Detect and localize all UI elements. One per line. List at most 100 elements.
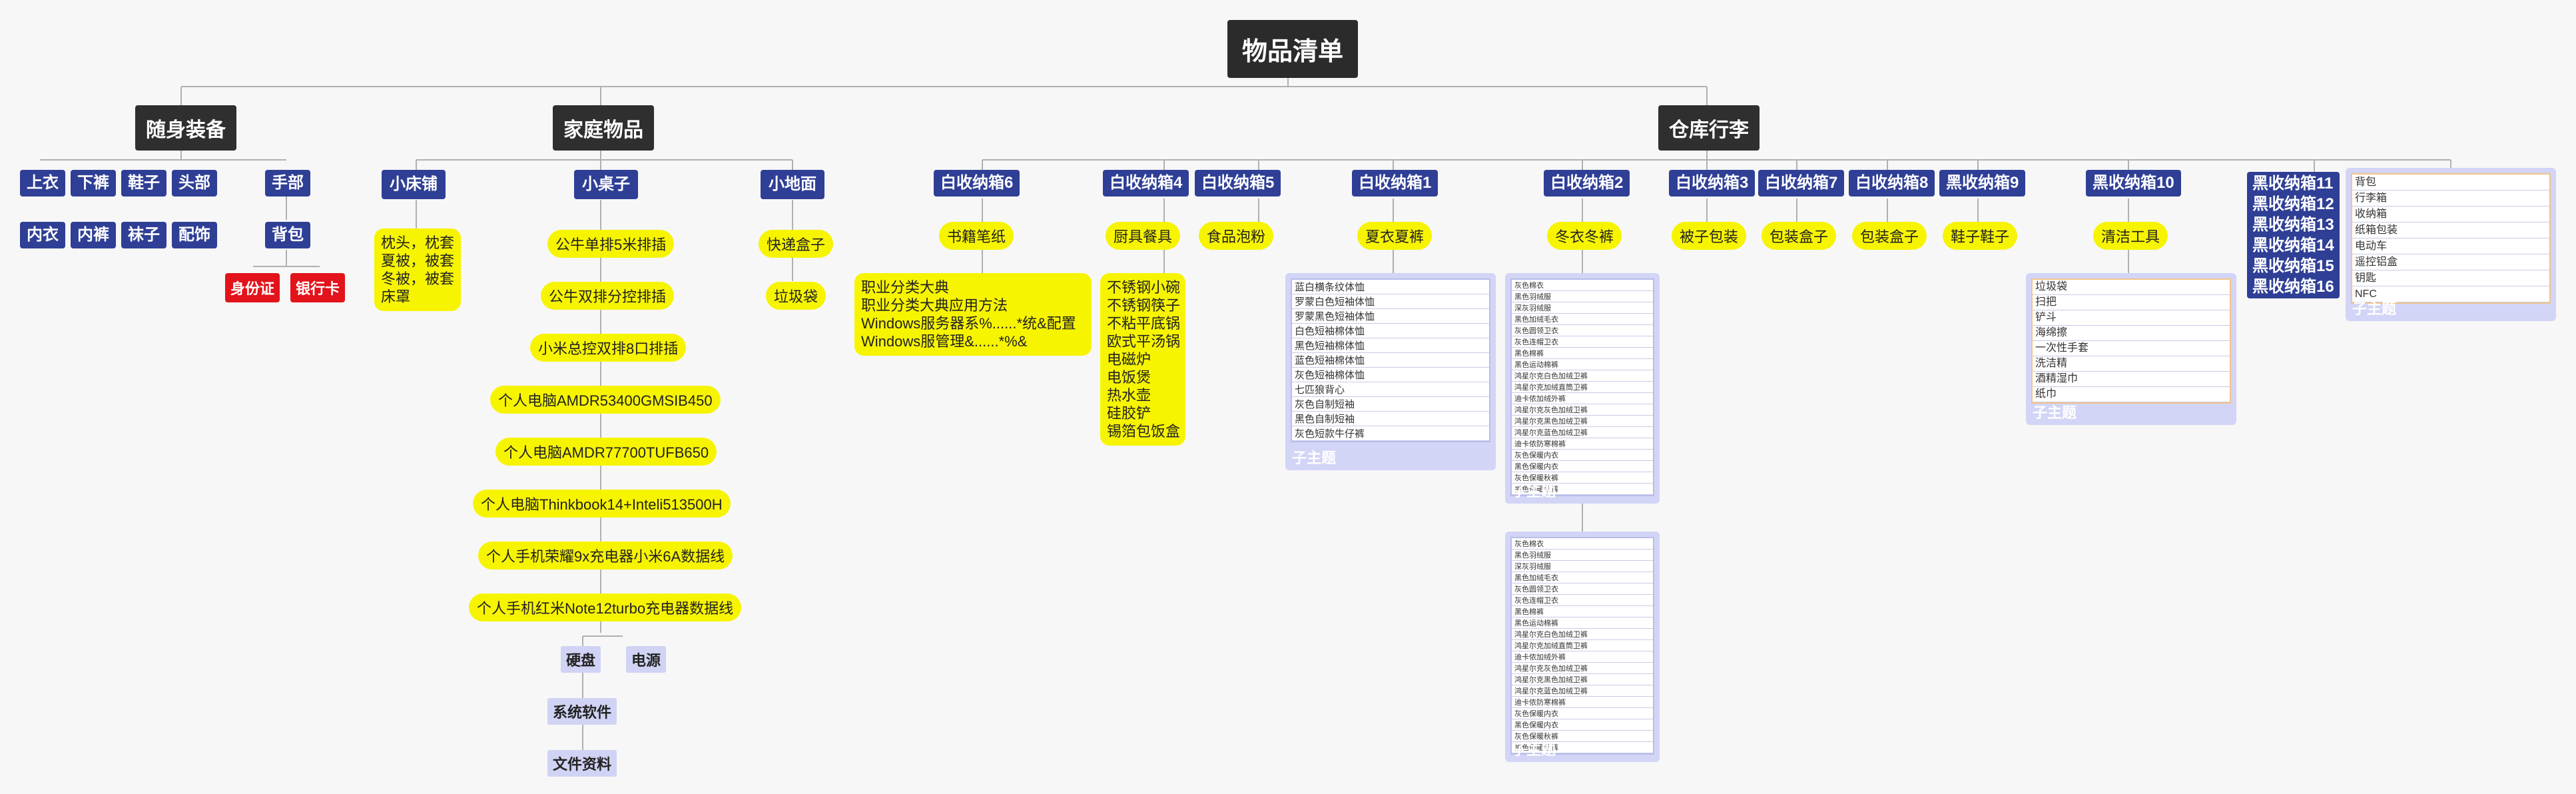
home-floor[interactable]: 小地面 xyxy=(761,170,824,199)
carry-item-head[interactable]: 头部 xyxy=(172,170,217,197)
tag-food[interactable]: 食品泡粉 xyxy=(1199,222,1274,250)
box-black-9[interactable]: 黑收纳箱9 xyxy=(1939,170,2026,197)
summer-list: 蓝白横条纹体恤 罗蒙白色短袖体恤 罗蒙黑色短袖体恤 白色短袖棉体恤 黑色短袖棉体… xyxy=(1291,278,1490,442)
box-black-15[interactable]: 黑收纳箱15 xyxy=(2252,256,2334,276)
box-black-16[interactable]: 黑收纳箱16 xyxy=(2252,276,2334,297)
desk-item[interactable]: 个人电脑AMDR77700TUFB650 xyxy=(495,438,717,466)
bed-line: 冬被，被套 xyxy=(381,270,455,287)
cleaning-row: 酒精湿巾 xyxy=(2033,372,2230,387)
tag-pack2[interactable]: 包装盒子 xyxy=(1852,222,1927,250)
kitchen-line: 热水壶 xyxy=(1107,387,1151,404)
box-white-2[interactable]: 白收纳箱2 xyxy=(1544,170,1630,197)
winter-row: 黑色运动棉裤 xyxy=(1512,359,1653,370)
carry-item-shoes[interactable]: 鞋子 xyxy=(121,170,166,197)
box-white-7[interactable]: 白收纳箱7 xyxy=(1758,170,1845,197)
desk-sub-disk[interactable]: 硬盘 xyxy=(561,646,601,673)
summer-row: 罗蒙白色短袖体恤 xyxy=(1292,294,1489,309)
carry-item-pants[interactable]: 下裤 xyxy=(71,170,116,197)
desk-item[interactable]: 个人手机荣耀9x充电器小米6A数据线 xyxy=(478,542,733,570)
misc-row: 遥控铝盒 xyxy=(2352,254,2549,270)
kitchen-line: 硅胶铲 xyxy=(1107,405,1151,422)
box-white-8[interactable]: 白收纳箱8 xyxy=(1849,170,1935,197)
box-black-13[interactable]: 黑收纳箱13 xyxy=(2252,214,2334,235)
summer-row: 灰色自制短袖 xyxy=(1292,397,1489,412)
misc-panel[interactable]: 背包 行李箱 收纳箱 纸箱包装 电动车 遥控铝盒 钥匙 NFC 子主题 xyxy=(2346,168,2556,321)
carry-item-socks[interactable]: 袜子 xyxy=(121,222,166,248)
summer-panel[interactable]: 蓝白横条纹体恤 罗蒙白色短袖体恤 罗蒙黑色短袖体恤 白色短袖棉体恤 黑色短袖棉体… xyxy=(1285,273,1496,470)
box-white-3[interactable]: 白收纳箱3 xyxy=(1669,170,1756,197)
box-black-12[interactable]: 黑收纳箱12 xyxy=(2252,194,2334,214)
desk-item[interactable]: 个人电脑Thinkbook14+Inteli513500H xyxy=(473,490,731,518)
tag-cleaning[interactable]: 清洁工具 xyxy=(2093,222,2168,250)
box-black-11[interactable]: 黑收纳箱11 xyxy=(2252,173,2334,194)
carry-item-hand[interactable]: 手部 xyxy=(265,170,310,197)
carry-item-top[interactable]: 上衣 xyxy=(20,170,65,197)
desk-sub-files[interactable]: 文件资料 xyxy=(547,750,617,777)
box-black-10[interactable]: 黑收纳箱10 xyxy=(2086,170,2181,197)
tag-winter[interactable]: 冬衣冬裤 xyxy=(1547,222,1622,250)
box-white-6[interactable]: 白收纳箱6 xyxy=(934,170,1020,197)
branch-home[interactable]: 家庭物品 xyxy=(553,105,654,151)
desk-sub-software[interactable]: 系统软件 xyxy=(547,698,617,725)
box-black-14[interactable]: 黑收纳箱14 xyxy=(2252,235,2334,256)
bed-contents[interactable]: 枕头，枕套 夏被，被套 冬被，被套 床罩 xyxy=(374,228,462,311)
winter-subtopic: 子主题 xyxy=(1512,483,1556,500)
home-bed[interactable]: 小床铺 xyxy=(382,170,446,199)
carry-item-briefs[interactable]: 内裤 xyxy=(71,222,116,248)
kitchen-line: 不锈钢小碗 xyxy=(1107,279,1181,296)
home-desk[interactable]: 小桌子 xyxy=(574,170,638,199)
floor-item[interactable]: 快递盒子 xyxy=(759,230,834,258)
desk-item[interactable]: 个人手机红米Note12turbo充电器数据线 xyxy=(469,594,742,621)
summer-row: 七匹狼背心 xyxy=(1292,382,1489,397)
kitchen-line: 欧式平汤锅 xyxy=(1107,333,1181,350)
desk-item[interactable]: 个人电脑AMDR53400GMSIB450 xyxy=(490,386,721,414)
cleaning-row: 洗洁精 xyxy=(2033,356,2230,372)
kitchen-line: 不锈钢筷子 xyxy=(1107,297,1181,314)
id-card[interactable]: 身份证 xyxy=(225,273,280,302)
box-white-1[interactable]: 白收纳箱1 xyxy=(1352,170,1439,197)
books-line: Windows服务器系%......*统&配置 xyxy=(861,315,1076,332)
tag-summer[interactable]: 夏衣夏裤 xyxy=(1357,222,1433,250)
winter-row: 鸿星尔克黑色加绒卫裤 xyxy=(1512,416,1653,427)
tag-pack1[interactable]: 包装盒子 xyxy=(1762,222,1837,250)
tag-kitchen[interactable]: 厨具餐具 xyxy=(1106,222,1181,250)
summer-row: 蓝色短袖棉体恤 xyxy=(1292,353,1489,368)
carry-item-underwear[interactable]: 内衣 xyxy=(20,222,65,248)
winter-row: 灰色保暖内衣 xyxy=(1512,708,1653,719)
books-contents[interactable]: 职业分类大典 职业分类大典应用方法 Windows服务器系%......*统&配… xyxy=(854,273,1092,356)
winter-panel-2[interactable]: 灰色棉衣 黑色羽绒服 深灰羽绒服 黑色加绒毛衣 灰色圆领卫衣 灰色连帽卫衣 黑色… xyxy=(1505,532,1660,762)
branch-carry[interactable]: 随身装备 xyxy=(135,105,236,151)
winter-panel[interactable]: 灰色棉衣 黑色羽绒服 深灰羽绒服 黑色加绒毛衣 灰色圆领卫衣 灰色连帽卫衣 黑色… xyxy=(1505,273,1660,504)
root-topic[interactable]: 物品清单 xyxy=(1227,20,1359,78)
floor-item[interactable]: 垃圾袋 xyxy=(766,282,826,310)
box-white-5[interactable]: 白收纳箱5 xyxy=(1195,170,1281,197)
misc-row: 钥匙 xyxy=(2352,270,2549,286)
tag-books[interactable]: 书籍笔纸 xyxy=(939,222,1014,250)
winter-row: 鸿星尔克蓝色加绒卫裤 xyxy=(1512,427,1653,438)
winter-list: 灰色棉衣 黑色羽绒服 深灰羽绒服 黑色加绒毛衣 灰色圆领卫衣 灰色连帽卫衣 黑色… xyxy=(1510,278,1654,496)
cleaning-panel[interactable]: 垃圾袋 扫把 铲斗 海绵擦 一次性手套 洗洁精 酒精湿巾 纸巾 子主题 xyxy=(2026,273,2236,425)
tag-shoes[interactable]: 鞋子鞋子 xyxy=(1943,222,2018,250)
carry-item-accessories[interactable]: 配饰 xyxy=(172,222,217,248)
desk-item[interactable]: 公牛单排5米排插 xyxy=(547,230,675,258)
box-black-stack[interactable]: 黑收纳箱11 黑收纳箱12 黑收纳箱13 黑收纳箱14 黑收纳箱15 黑收纳箱1… xyxy=(2247,172,2340,298)
desk-sub-power[interactable]: 电源 xyxy=(626,646,667,673)
carry-item-backpack[interactable]: 背包 xyxy=(265,222,310,248)
box-white-4[interactable]: 白收纳箱4 xyxy=(1103,170,1189,197)
winter-list-2: 灰色棉衣 黑色羽绒服 深灰羽绒服 黑色加绒毛衣 灰色圆领卫衣 灰色连帽卫衣 黑色… xyxy=(1510,537,1654,755)
desk-item[interactable]: 小米总控双排8口排插 xyxy=(530,334,687,362)
misc-list: 背包 行李箱 收纳箱 纸箱包装 电动车 遥控铝盒 钥匙 NFC xyxy=(2351,173,2551,304)
branch-warehouse[interactable]: 仓库行李 xyxy=(1658,105,1760,151)
kitchen-line: 电磁炉 xyxy=(1107,351,1151,368)
desk-item[interactable]: 公牛双排分控排插 xyxy=(541,282,675,310)
winter-row: 黑色棉裤 xyxy=(1512,606,1653,617)
tag-quilt[interactable]: 被子包装 xyxy=(1672,222,1747,250)
kitchen-contents[interactable]: 不锈钢小碗 不锈钢筷子 不粘平底锅 欧式平汤锅 电磁炉 电饭煲 热水壶 硅胶铲 … xyxy=(1100,273,1185,446)
winter-row: 鸿星尔克黑色加绒卫裤 xyxy=(1512,674,1653,685)
summer-row: 白色短袖棉体恤 xyxy=(1292,324,1489,338)
winter-row: 灰色连帽卫衣 xyxy=(1512,336,1653,348)
bank-card[interactable]: 银行卡 xyxy=(290,273,346,302)
winter-row: 灰色连帽卫衣 xyxy=(1512,595,1653,606)
winter-row: 灰色圆领卫衣 xyxy=(1512,584,1653,595)
bed-line: 床罩 xyxy=(381,288,411,305)
